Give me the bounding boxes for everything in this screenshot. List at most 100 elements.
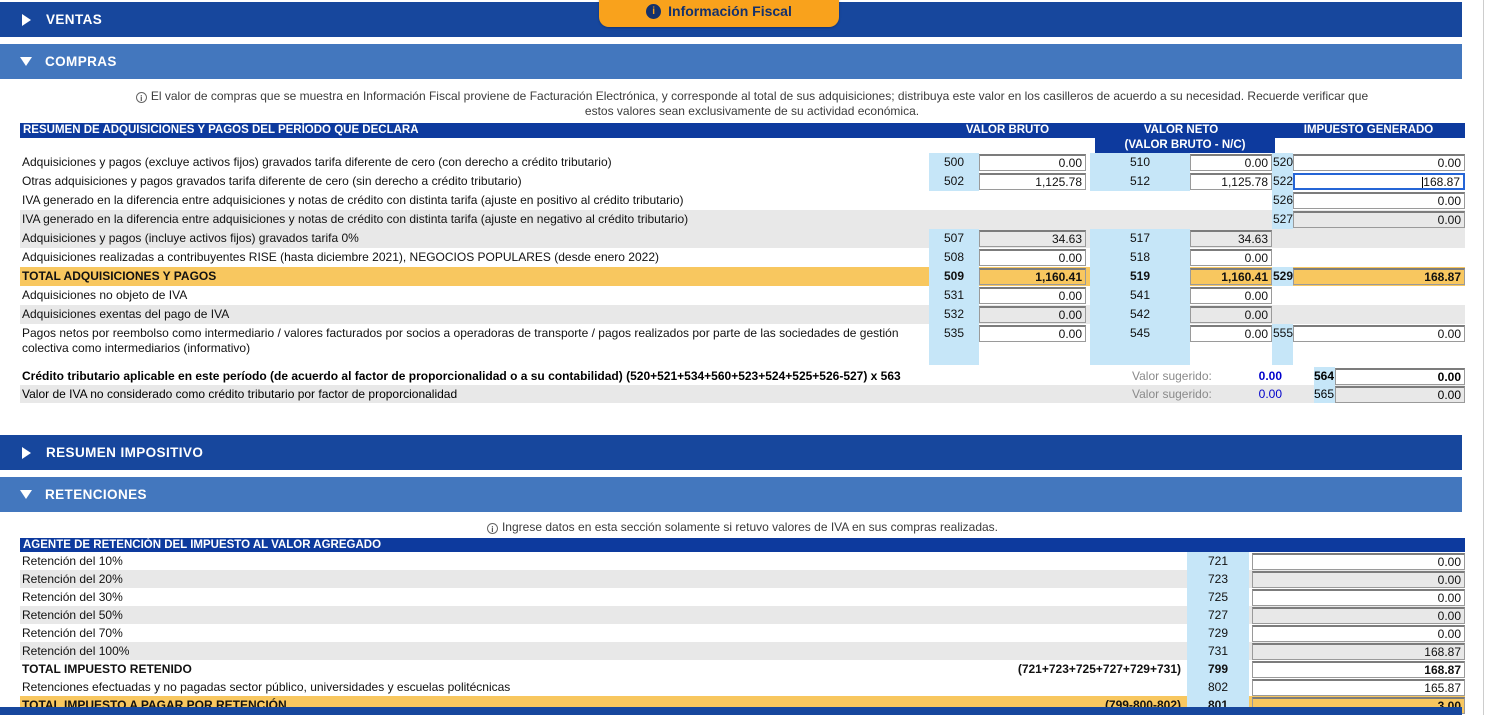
value-input-502[interactable]: 1,125.78 bbox=[979, 173, 1086, 190]
value-input-721[interactable]: 0.00 bbox=[1252, 553, 1465, 570]
value-cell: 0.00 bbox=[1190, 248, 1272, 267]
info-icon: i bbox=[646, 4, 661, 19]
code-cell-527: 527 bbox=[1272, 210, 1293, 229]
col-header-impuesto-generado: IMPUESTO GENERADO bbox=[1272, 123, 1465, 138]
table-row: Adquisiciones realizadas a contribuyente… bbox=[20, 248, 1465, 267]
code-cell-510: 510 bbox=[1090, 153, 1190, 172]
value-cell: 0.00 bbox=[1335, 367, 1465, 385]
value-input-529[interactable]: 168.87 bbox=[1293, 268, 1465, 285]
value-input-527[interactable]: 0.00 bbox=[1293, 211, 1465, 228]
code-cell-526: 526 bbox=[1272, 191, 1293, 210]
value-cell: 0.00 bbox=[1190, 324, 1272, 357]
value-input-526[interactable]: 0.00 bbox=[1293, 192, 1465, 209]
value-input-522[interactable]: 168.87 bbox=[1293, 173, 1465, 190]
table-row: Pagos netos por reembolso como intermedi… bbox=[20, 324, 1465, 357]
row-desc: Adquisiciones y pagos (excluye activos f… bbox=[20, 153, 929, 172]
value-input-507[interactable]: 34.63 bbox=[979, 230, 1086, 247]
retenciones-label: RETENCIONES bbox=[45, 487, 147, 502]
code-cell-518: 518 bbox=[1090, 248, 1190, 267]
gap-cell bbox=[1282, 385, 1314, 403]
value-input-517[interactable]: 34.63 bbox=[1190, 230, 1272, 247]
value-input-519[interactable]: 1,160.41 bbox=[1190, 268, 1272, 285]
table-row: Retención del 100%731168.87 bbox=[20, 642, 1465, 660]
row-desc: Pagos netos por reembolso como intermedi… bbox=[20, 324, 929, 357]
value-input-545[interactable]: 0.00 bbox=[1190, 325, 1272, 342]
value-input-727[interactable]: 0.00 bbox=[1252, 607, 1465, 624]
row-desc: Adquisiciones no objeto de IVA bbox=[20, 286, 929, 305]
table-row: Retención del 70%7290.00 bbox=[20, 624, 1465, 642]
iva-declaration-form: i Información Fiscal VENTAS COMPRAS iEl … bbox=[0, 0, 1504, 715]
value-input-518[interactable]: 0.00 bbox=[1190, 249, 1272, 266]
expanded-arrow-icon bbox=[20, 490, 32, 499]
table-row: Adquisiciones exentas del pago de IVA532… bbox=[20, 305, 1465, 324]
value-cell: 0.00 bbox=[979, 286, 1086, 305]
value-cell bbox=[1190, 210, 1272, 229]
compras-info-note: iEl valor de compras que se muestra en I… bbox=[127, 89, 1377, 118]
table-row: IVA generado en la diferencia entre adqu… bbox=[20, 191, 1465, 210]
info-circle-icon: i bbox=[487, 523, 498, 534]
row-desc-wrap: Retención del 20% bbox=[20, 570, 1187, 588]
blank-cell bbox=[1272, 305, 1293, 324]
value-input-508[interactable]: 0.00 bbox=[979, 249, 1086, 266]
value-cell: 34.63 bbox=[979, 229, 1086, 248]
value-cell: 0.00 bbox=[979, 324, 1086, 357]
row-desc-wrap: Retenciones efectuadas y no pagadas sect… bbox=[20, 678, 1187, 696]
value-cell: 0.00 bbox=[1190, 305, 1272, 324]
next-section-bar[interactable] bbox=[0, 707, 1462, 715]
page-right-divider bbox=[1483, 0, 1484, 715]
code-cell-531: 531 bbox=[929, 286, 979, 305]
table-row: Crédito tributario aplicable en este per… bbox=[20, 367, 1465, 385]
value-input-531[interactable]: 0.00 bbox=[979, 287, 1086, 304]
code-cell-522: 522 bbox=[1272, 172, 1293, 191]
code-cell-520: 520 bbox=[1272, 153, 1293, 172]
row-desc: TOTAL IMPUESTO RETENIDO bbox=[22, 662, 192, 678]
value-cell: 168.87 bbox=[1249, 642, 1465, 660]
informacion-fiscal-button[interactable]: i Información Fiscal bbox=[599, 0, 839, 27]
table-row: IVA generado en la diferencia entre adqu… bbox=[20, 210, 1465, 229]
code-cell-799: 799 bbox=[1187, 660, 1249, 678]
value-input-555[interactable]: 0.00 bbox=[1293, 325, 1465, 342]
row-desc: Otras adquisiciones y pagos gravados tar… bbox=[20, 172, 929, 191]
blank-cell bbox=[929, 191, 979, 210]
value-input-510[interactable]: 0.00 bbox=[1190, 154, 1272, 171]
value-input-542[interactable]: 0.00 bbox=[1190, 306, 1272, 323]
section-header-compras[interactable]: COMPRAS bbox=[0, 44, 1462, 79]
value-input-535[interactable]: 0.00 bbox=[979, 325, 1086, 342]
blank-cell bbox=[1272, 248, 1293, 267]
blank-cell bbox=[1272, 229, 1293, 248]
value-cell: 0.00 bbox=[1249, 570, 1465, 588]
table-row: Valor de IVA no considerado como crédito… bbox=[20, 385, 1465, 403]
table-row: Adquisiciones no objeto de IVA5310.00541… bbox=[20, 286, 1465, 305]
section-header-retenciones[interactable]: RETENCIONES bbox=[0, 477, 1462, 512]
value-input-541[interactable]: 0.00 bbox=[1190, 287, 1272, 304]
value-cell: 168.87 bbox=[1293, 172, 1465, 191]
value-input-509[interactable]: 1,160.41 bbox=[979, 268, 1086, 285]
code-cell-542: 542 bbox=[1090, 305, 1190, 324]
value-cell bbox=[979, 210, 1086, 229]
compras-table-title: RESUMEN DE ADQUISICIONES Y PAGOS DEL PER… bbox=[23, 123, 419, 138]
value-cell: 0.00 bbox=[1293, 324, 1465, 357]
value-input-799[interactable]: 168.87 bbox=[1252, 661, 1465, 678]
value-input-723[interactable]: 0.00 bbox=[1252, 571, 1465, 588]
value-input-500[interactable]: 0.00 bbox=[979, 154, 1086, 171]
section-header-resumen-impositivo[interactable]: RESUMEN IMPOSITIVO bbox=[0, 435, 1462, 470]
row-formula: (721+723+725+727+729+731) bbox=[1018, 662, 1181, 678]
value-cell: 165.87 bbox=[1249, 678, 1465, 696]
value-input-564[interactable]: 0.00 bbox=[1335, 368, 1465, 385]
value-input-802[interactable]: 165.87 bbox=[1252, 679, 1465, 696]
code-cell-502: 502 bbox=[929, 172, 979, 191]
value-input-532[interactable]: 0.00 bbox=[979, 306, 1086, 323]
resumen-impositivo-label: RESUMEN IMPOSITIVO bbox=[46, 445, 203, 460]
row-desc: Retenciones efectuadas y no pagadas sect… bbox=[22, 680, 510, 696]
row-desc: Adquisiciones realizadas a contribuyente… bbox=[20, 248, 929, 267]
value-input-729[interactable]: 0.00 bbox=[1252, 625, 1465, 642]
code-cell-555: 555 bbox=[1272, 324, 1293, 357]
value-input-512[interactable]: 1,125.78 bbox=[1190, 173, 1272, 190]
value-input-520[interactable]: 0.00 bbox=[1293, 154, 1465, 171]
value-input-725[interactable]: 0.00 bbox=[1252, 589, 1465, 606]
value-cell: 0.00 bbox=[1249, 624, 1465, 642]
code-cell-727: 727 bbox=[1187, 606, 1249, 624]
value-input-565[interactable]: 0.00 bbox=[1335, 386, 1465, 403]
value-input-731[interactable]: 168.87 bbox=[1252, 643, 1465, 660]
row-desc-wrap: Retención del 10% bbox=[20, 552, 1187, 570]
